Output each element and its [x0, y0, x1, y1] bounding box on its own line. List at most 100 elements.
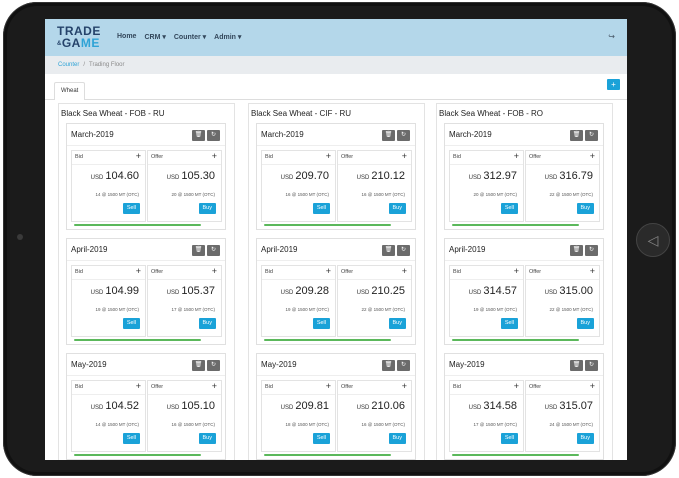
trash-icon[interactable]: 🗑 — [192, 245, 205, 256]
home-button-icon[interactable]: ◁ — [636, 223, 670, 257]
card-header: March-2019 🗑 ↻ — [257, 124, 415, 146]
add-offer-button[interactable]: + — [212, 151, 217, 161]
add-offer-button[interactable]: + — [590, 266, 595, 276]
trash-icon[interactable]: 🗑 — [570, 360, 583, 371]
divider — [450, 164, 523, 165]
add-bid-button[interactable]: + — [514, 266, 519, 276]
breadcrumb-separator: / — [83, 62, 86, 68]
contract-card: May-2019 🗑 ↻ Bid + USD 209.81 18 @ 1500 M… — [256, 353, 416, 460]
divider — [148, 279, 221, 280]
offer-value: 210.25 — [371, 285, 405, 297]
trash-icon[interactable]: 🗑 — [382, 130, 395, 141]
nav-admin[interactable]: Admin ▾ — [214, 33, 241, 41]
offer-panel: Offer + USD 210.12 16 @ 1500 MT (OTC) Buy — [337, 150, 412, 222]
progress-bar — [264, 454, 391, 456]
contract-card: April-2019 🗑 ↻ Bid + USD 209.28 19 @ 1500… — [256, 238, 416, 345]
buy-button[interactable]: Buy — [576, 203, 594, 214]
divider — [148, 394, 221, 395]
bid-price: USD 209.28 — [281, 285, 329, 297]
add-bid-button[interactable]: + — [136, 266, 141, 276]
refresh-icon[interactable]: ↻ — [585, 130, 598, 141]
add-bid-button[interactable]: + — [326, 151, 331, 161]
logo-me: ME — [80, 36, 100, 50]
offer-label: Offer — [529, 154, 542, 160]
sell-button[interactable]: Sell — [500, 318, 518, 329]
add-offer-button[interactable]: + — [402, 381, 407, 391]
trash-icon[interactable]: 🗑 — [192, 130, 205, 141]
add-offer-button[interactable]: + — [212, 381, 217, 391]
refresh-icon[interactable]: ↻ — [397, 130, 410, 141]
add-tab-button[interactable]: + — [607, 79, 620, 90]
nav-menu: Home CRM ▾ Counter ▾ Admin ▾ — [117, 33, 241, 41]
refresh-icon[interactable]: ↻ — [397, 245, 410, 256]
buy-button[interactable]: Buy — [576, 318, 594, 329]
add-bid-button[interactable]: + — [136, 151, 141, 161]
bid-label: Bid — [265, 154, 273, 160]
bid-label: Bid — [75, 269, 83, 275]
buy-button[interactable]: Buy — [198, 318, 216, 329]
divider — [450, 394, 523, 395]
sell-button[interactable]: Sell — [312, 433, 330, 444]
sell-button[interactable]: Sell — [122, 318, 140, 329]
add-offer-button[interactable]: + — [590, 151, 595, 161]
buy-button[interactable]: Buy — [576, 433, 594, 444]
tab-wheat[interactable]: Wheat — [54, 82, 86, 100]
card-header: March-2019 🗑 ↻ — [445, 124, 603, 146]
add-bid-button[interactable]: + — [326, 266, 331, 276]
divider — [526, 164, 599, 165]
offer-price: USD 105.37 — [167, 285, 215, 297]
add-offer-button[interactable]: + — [402, 266, 407, 276]
currency-label: USD — [544, 290, 558, 296]
add-bid-button[interactable]: + — [136, 381, 141, 391]
add-bid-button[interactable]: + — [326, 381, 331, 391]
market-title: Black Sea Wheat - FOB - RO — [439, 109, 544, 118]
trash-icon[interactable]: 🗑 — [570, 245, 583, 256]
sell-button[interactable]: Sell — [312, 203, 330, 214]
logout-icon[interactable]: ↪ — [608, 32, 615, 41]
refresh-icon[interactable]: ↻ — [207, 360, 220, 371]
nav-crm[interactable]: CRM ▾ — [144, 33, 165, 41]
bid-price: USD 314.58 — [469, 400, 517, 412]
add-bid-button[interactable]: + — [514, 151, 519, 161]
currency-label: USD — [166, 175, 180, 181]
refresh-icon[interactable]: ↻ — [207, 245, 220, 256]
offer-panel: Offer + USD 105.37 17 @ 1500 MT (OTC) Buy — [147, 265, 222, 337]
nav-home[interactable]: Home — [117, 33, 136, 41]
add-offer-button[interactable]: + — [402, 151, 407, 161]
sell-button[interactable]: Sell — [122, 203, 140, 214]
trash-icon[interactable]: 🗑 — [192, 360, 205, 371]
divider — [338, 164, 411, 165]
card-header: May-2019 🗑 ↻ — [67, 354, 225, 376]
sell-button[interactable]: Sell — [312, 318, 330, 329]
offer-price: USD 210.25 — [357, 285, 405, 297]
buy-button[interactable]: Buy — [198, 433, 216, 444]
add-offer-button[interactable]: + — [212, 266, 217, 276]
refresh-icon[interactable]: ↻ — [585, 360, 598, 371]
breadcrumb-counter[interactable]: Counter — [58, 62, 79, 68]
offer-panel: Offer + USD 210.25 22 @ 1500 MT (OTC) Buy — [337, 265, 412, 337]
trash-icon[interactable]: 🗑 — [570, 130, 583, 141]
bid-value: 314.57 — [483, 285, 517, 297]
trash-icon[interactable]: 🗑 — [382, 360, 395, 371]
sell-button[interactable]: Sell — [500, 203, 518, 214]
bid-meta: 14 @ 1500 MT (OTC) — [95, 192, 140, 197]
bid-price: USD 209.81 — [281, 400, 329, 412]
add-offer-button[interactable]: + — [590, 381, 595, 391]
buy-button[interactable]: Buy — [388, 433, 406, 444]
sell-button[interactable]: Sell — [500, 433, 518, 444]
refresh-icon[interactable]: ↻ — [585, 245, 598, 256]
currency-label: USD — [544, 175, 558, 181]
nav-counter[interactable]: Counter ▾ — [174, 33, 206, 41]
bid-label: Bid — [75, 384, 83, 390]
currency-label: USD — [356, 290, 370, 296]
offer-label: Offer — [341, 384, 354, 390]
refresh-icon[interactable]: ↻ — [397, 360, 410, 371]
buy-button[interactable]: Buy — [388, 318, 406, 329]
add-bid-button[interactable]: + — [514, 381, 519, 391]
buy-button[interactable]: Buy — [388, 203, 406, 214]
sell-button[interactable]: Sell — [122, 433, 140, 444]
brand-logo[interactable]: TRADE &GAME — [57, 25, 105, 51]
trash-icon[interactable]: 🗑 — [382, 245, 395, 256]
buy-button[interactable]: Buy — [198, 203, 216, 214]
refresh-icon[interactable]: ↻ — [207, 130, 220, 141]
